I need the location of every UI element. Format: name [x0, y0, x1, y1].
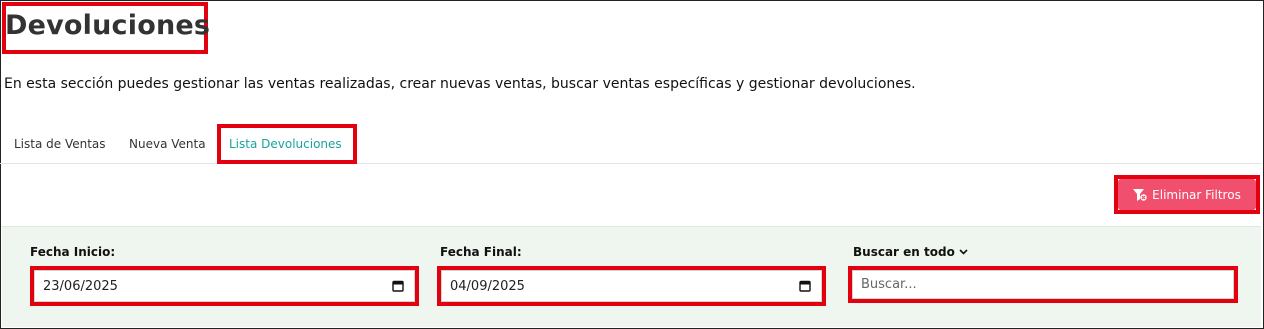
filter-remove-icon [1133, 188, 1147, 201]
calendar-icon[interactable] [799, 280, 811, 292]
chevron-down-icon [959, 249, 968, 255]
start-date-label: Fecha Inicio: [30, 245, 116, 259]
page-title: Devoluciones [5, 10, 211, 41]
clear-filters-label: Eliminar Filtros [1152, 187, 1241, 202]
search-field[interactable] [852, 270, 1234, 299]
tab-bar: Lista de Ventas Nueva Venta Lista Devolu… [0, 124, 1262, 164]
clear-filters-button[interactable]: Eliminar Filtros [1118, 179, 1256, 210]
search-scope-dropdown[interactable]: Buscar en todo [853, 245, 968, 259]
start-date-input[interactable]: 23/06/2025 [34, 270, 415, 302]
start-date-value: 23/06/2025 [43, 278, 118, 294]
calendar-icon[interactable] [392, 280, 404, 292]
search-scope-label: Buscar en todo [853, 245, 955, 259]
tab-lista-de-ventas[interactable]: Lista de Ventas [14, 137, 106, 151]
end-date-input[interactable]: 04/09/2025 [441, 270, 822, 302]
end-date-label: Fecha Final: [440, 245, 522, 259]
page-description: En esta sección puedes gestionar las ven… [4, 76, 916, 92]
tab-nueva-venta[interactable]: Nueva Venta [129, 137, 206, 151]
search-input[interactable] [861, 277, 1233, 292]
tab-lista-devoluciones[interactable]: Lista Devoluciones [229, 137, 342, 151]
end-date-value: 04/09/2025 [450, 278, 525, 294]
